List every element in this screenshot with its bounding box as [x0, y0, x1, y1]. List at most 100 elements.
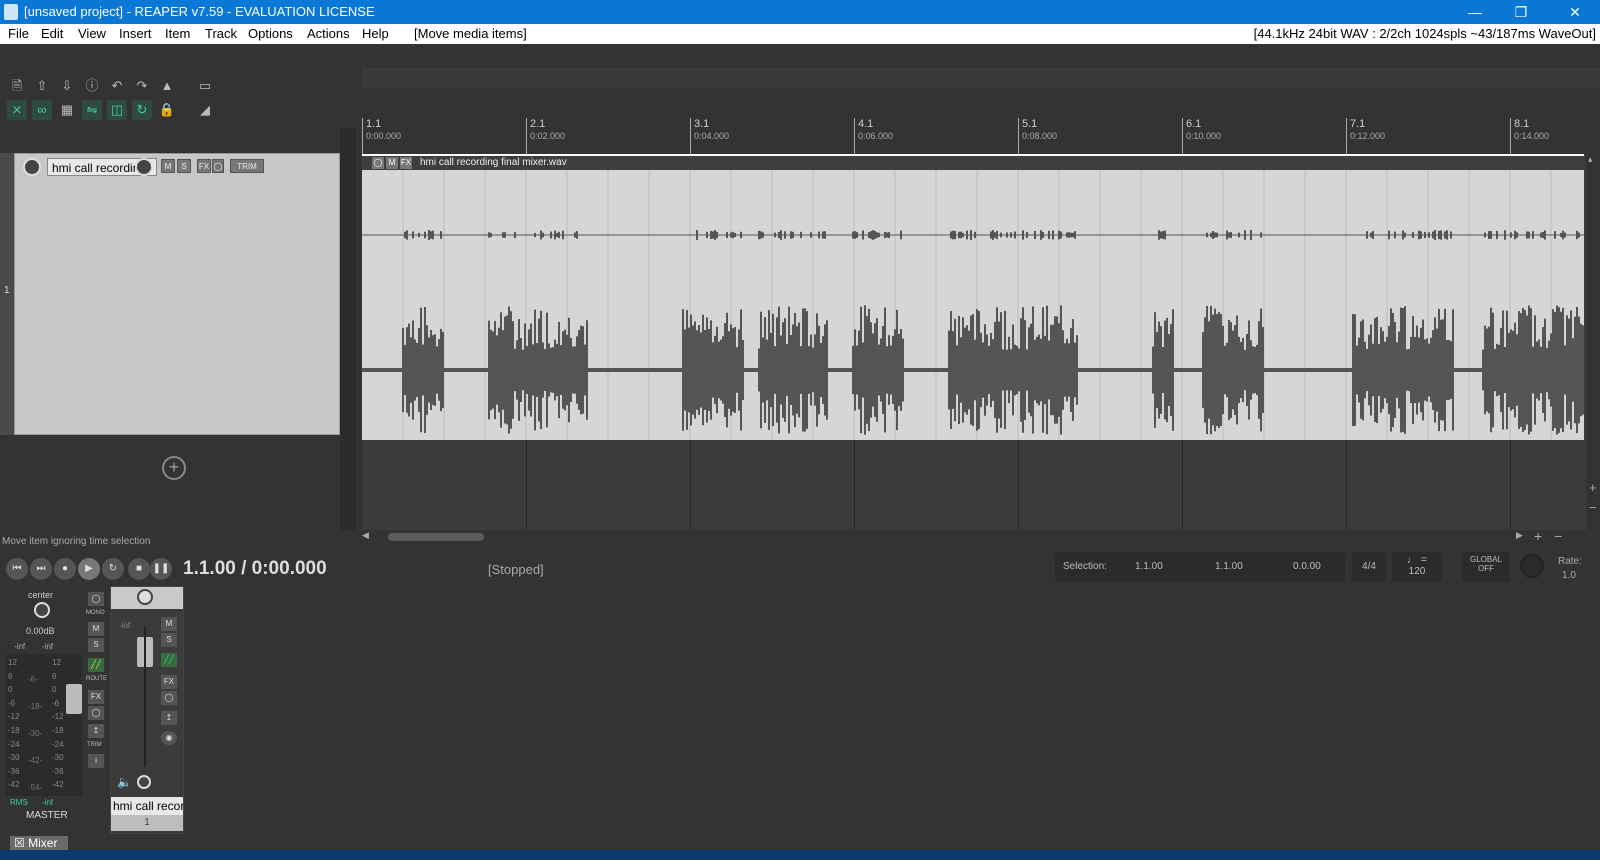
go-to-start-icon[interactable]: ⏮ [6, 558, 28, 580]
zoom-in-vertical-icon[interactable]: + [1589, 480, 1597, 495]
selection-start[interactable]: 1.1.00 [1135, 561, 1163, 572]
trim-button[interactable]: TRIM [230, 159, 264, 173]
loop-icon[interactable]: ↻ [132, 100, 152, 120]
menu-insert[interactable]: Insert [119, 26, 152, 41]
master-fader-handle[interactable] [66, 684, 82, 714]
new-project-icon[interactable]: 🗎 [7, 76, 27, 96]
snap-icon[interactable]: ◫ [107, 100, 127, 120]
global-automation-button[interactable]: GLOBAL OFF [1462, 552, 1510, 582]
play-icon[interactable]: ▶ [78, 558, 100, 580]
audio-device-status[interactable]: [44.1kHz 24bit WAV : 2/2ch 1024spls ~43/… [1254, 26, 1596, 41]
metronome-icon[interactable]: ▲ [157, 76, 177, 96]
menu-file[interactable]: File [8, 26, 29, 41]
vertical-scrollbar[interactable]: ▴ + − [1586, 154, 1600, 530]
item-fx-button[interactable]: FX [400, 157, 412, 169]
master-fx-bypass-icon[interactable]: ◯ [88, 706, 104, 720]
master-envelope-icon[interactable]: ↥ [88, 724, 104, 738]
volume-knob[interactable] [135, 158, 153, 176]
track-panel[interactable]: hmi call recording M S FX ◯ TRIM [14, 153, 340, 435]
mixer-tab[interactable]: ☒ Mixer [10, 836, 68, 850]
mixer-track-pan-knob[interactable] [137, 589, 153, 605]
mixer-track-mute-button[interactable]: M [161, 617, 177, 631]
timeline-ruler[interactable]: 1.1 0:00.000 2.1 0:02.000 3.1 0:04.000 4.1 0… [362, 104, 1586, 154]
zoom-out-horizontal-icon[interactable]: − [1554, 528, 1562, 544]
media-item[interactable]: ◯ M FX hmi call recording final mixer.wa… [362, 154, 1584, 440]
rate-value[interactable]: 1.0 [1562, 570, 1576, 581]
mixer-track-speaker-icon[interactable]: 🔈 [117, 775, 132, 789]
time-signature[interactable]: 4/4 [1352, 552, 1386, 582]
record-icon[interactable]: ● [54, 558, 76, 580]
arrange-view[interactable]: ◯ M FX hmi call recording final mixer.wa… [362, 154, 1586, 530]
mixer-track-fx-bypass-icon[interactable]: ◯ [161, 691, 177, 705]
master-fx-button[interactable]: FX [88, 690, 104, 704]
menu-edit[interactable]: Edit [41, 26, 63, 41]
menu-item[interactable]: Item [165, 26, 190, 41]
waveform-sample [580, 234, 582, 236]
menu-track[interactable]: Track [205, 26, 237, 41]
add-track-button[interactable]: + [162, 456, 186, 480]
menu-help[interactable]: Help [362, 26, 389, 41]
waveform-sample [1050, 234, 1052, 236]
zoom-out-vertical-icon[interactable]: − [1589, 500, 1597, 515]
ripple-edit-icon[interactable]: ⇋ [82, 100, 102, 120]
playrate-knob[interactable] [1520, 554, 1544, 578]
master-pan-knob[interactable] [34, 602, 50, 618]
auto-crossfade-icon[interactable]: ⨯ [7, 100, 27, 120]
stop-icon[interactable]: ■ [128, 558, 150, 580]
master-solo-button[interactable]: S [88, 638, 104, 652]
region-lane[interactable] [362, 68, 1600, 88]
item-mute-button[interactable]: M [386, 157, 398, 169]
master-info-button[interactable]: i [88, 754, 104, 768]
mixer-track-record-arm-button[interactable] [137, 775, 151, 789]
mixer-tab-close-icon[interactable]: ☒ [14, 836, 25, 850]
lock-icon[interactable]: 🔒 [157, 100, 177, 120]
undo-icon[interactable]: ↶ [107, 76, 127, 96]
solo-button[interactable]: S [177, 159, 191, 173]
selection-end[interactable]: 1.1.00 [1215, 561, 1243, 572]
mixer-track-route-icon[interactable]: ╱╱ [161, 653, 177, 667]
menu-view[interactable]: View [78, 26, 106, 41]
grid-icon[interactable]: ▦ [57, 100, 77, 120]
fx-button[interactable]: FX [197, 159, 211, 173]
restore-button[interactable]: ❐ [1498, 0, 1544, 24]
selection-length[interactable]: 0.0.00 [1293, 561, 1321, 572]
master-mono-icon[interactable]: ◯ [88, 592, 104, 606]
scroll-left-icon[interactable]: ◀ [362, 530, 369, 541]
scroll-right-icon[interactable]: ▶ [1516, 530, 1523, 541]
mixer-track-fx-button[interactable]: FX [161, 675, 177, 689]
project-settings-icon[interactable]: ⓘ [82, 76, 102, 96]
tempo-display[interactable]: ♩ = 120 [1392, 552, 1442, 582]
menu-actions[interactable]: Actions [307, 26, 350, 41]
mute-button[interactable]: M [161, 159, 175, 173]
item-lock-icon[interactable]: ◯ [372, 157, 384, 169]
go-to-end-icon[interactable]: ⏭ [30, 558, 52, 580]
redo-icon[interactable]: ↷ [132, 76, 152, 96]
horizontal-scroll-thumb[interactable] [388, 533, 484, 541]
menu-options[interactable]: Options [248, 26, 293, 41]
screenset-icon[interactable]: ▭ [195, 76, 215, 96]
tcp-divider[interactable] [340, 128, 356, 530]
selection-display[interactable]: Selection: 1.1.00 1.1.00 0.0.00 [1055, 552, 1345, 582]
minimize-button[interactable]: — [1452, 0, 1498, 24]
fx-bypass-icon[interactable]: ◯ [212, 159, 224, 173]
transport-timecode[interactable]: 1.1.00 / 0:00.000 [183, 558, 327, 580]
master-mute-button[interactable]: M [88, 622, 104, 636]
mixer-track-strip[interactable]: -inf M S ╱╱ FX ◯ ↥ ◉ 🔈 hmi call recor 1 [110, 586, 184, 834]
mixer-track-solo-button[interactable]: S [161, 633, 177, 647]
pause-icon[interactable]: ❚❚ [150, 558, 172, 580]
mixer-track-name[interactable]: hmi call recor [111, 797, 183, 815]
open-project-icon[interactable]: ⇧ [32, 76, 52, 96]
master-volume[interactable]: 0.00dB [26, 626, 55, 636]
repeat-icon[interactable]: ↻ [102, 558, 124, 580]
close-button[interactable]: ✕ [1552, 0, 1598, 24]
envelope-lock-icon[interactable]: ◢ [195, 100, 215, 120]
mixer-track-phase-icon[interactable]: ◉ [161, 731, 177, 745]
save-project-icon[interactable]: ⇩ [57, 76, 77, 96]
zoom-in-horizontal-icon[interactable]: + [1534, 528, 1542, 544]
scroll-up-icon[interactable]: ▴ [1588, 154, 1593, 165]
record-arm-button[interactable] [23, 158, 41, 176]
item-grouping-icon[interactable]: ∞ [32, 100, 52, 120]
mixer-track-envelope-icon[interactable]: ↥ [161, 711, 177, 725]
master-route-icon[interactable]: ╱╱ [88, 658, 104, 672]
horizontal-scrollbar[interactable]: ◀ ▶ + − [362, 528, 1600, 544]
